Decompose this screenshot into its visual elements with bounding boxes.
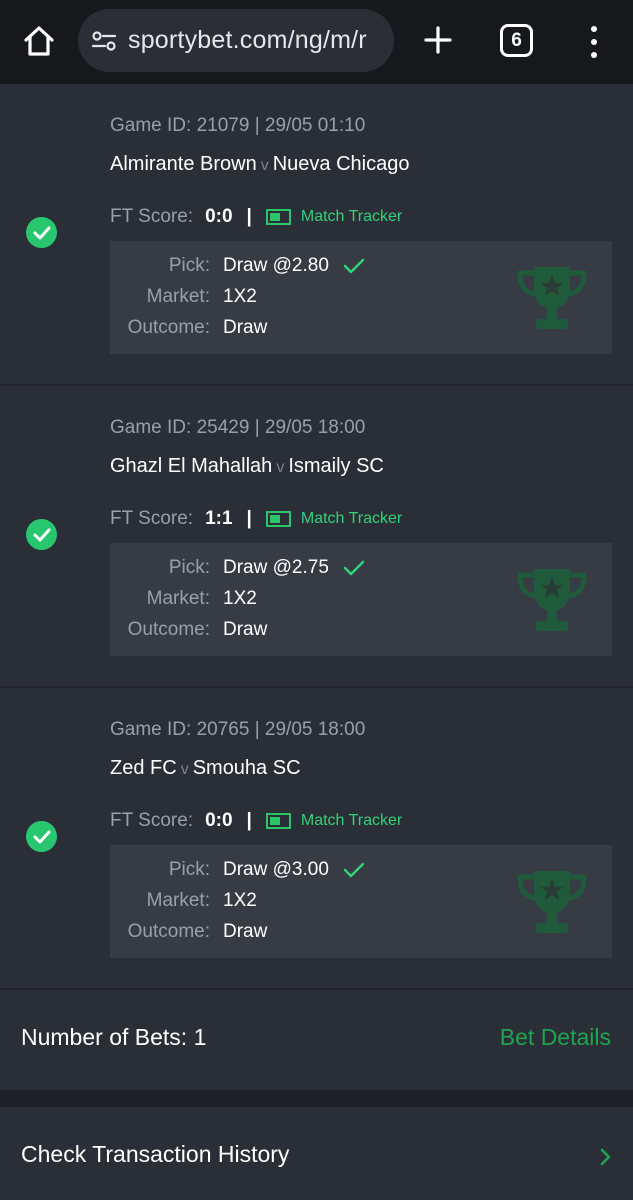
divider: |	[246, 508, 252, 529]
match-tracker-icon[interactable]	[265, 209, 291, 225]
match-tracker-link[interactable]: Match Tracker	[301, 208, 402, 226]
game-id: Game ID: 25429 | 29/05 18:00	[110, 417, 366, 438]
check-circle-icon	[26, 217, 57, 248]
outcome-value: Draw	[223, 921, 268, 942]
score-row: FT Score: 0:0 | Match Tracker	[110, 206, 402, 228]
tabs-button[interactable]: 6	[500, 24, 533, 57]
pick-box: Pick: Draw @3.00 Market: 1X2 Outcome: Dr…	[110, 845, 612, 958]
pick-label: Pick:	[168, 557, 210, 578]
versus-label: v	[276, 459, 285, 476]
home-team: Almirante Brown	[110, 153, 257, 175]
transaction-history-label[interactable]: Check Transaction History	[21, 1141, 289, 1168]
outcome-label: Outcome:	[127, 619, 210, 640]
home-icon	[24, 26, 54, 56]
pick-value: Draw @2.75	[223, 557, 329, 578]
address-bar[interactable]: sportybet.com/ng/m/r	[78, 9, 394, 72]
score-row: FT Score: 1:1 | Match Tracker	[110, 508, 402, 530]
pick-label: Pick:	[168, 859, 210, 880]
bet-details-link[interactable]: Bet Details	[500, 1024, 611, 1051]
check-circle-icon	[26, 519, 57, 550]
match-teams: Zed FC v Smouha SC	[110, 757, 301, 780]
versus-label: v	[260, 157, 269, 174]
away-team: Nueva Chicago	[272, 153, 410, 175]
url-text[interactable]: sportybet.com/ng/m/r	[128, 26, 367, 55]
match-tracker-icon[interactable]	[265, 511, 291, 527]
market-value: 1X2	[223, 890, 257, 911]
browser-toolbar: sportybet.com/ng/m/r 6	[0, 0, 633, 84]
score-row: FT Score: 0:0 | Match Tracker	[110, 810, 402, 832]
new-tab-button[interactable]	[418, 20, 458, 60]
score-value: 0:0	[205, 206, 233, 227]
divider: |	[246, 206, 252, 227]
chevron-right-icon[interactable]	[599, 1147, 613, 1167]
away-team: Smouha SC	[192, 757, 301, 779]
bet-card: Game ID: 21079 | 29/05 01:10 Almirante B…	[0, 84, 633, 386]
transaction-history-row[interactable]: Check Transaction History	[0, 1107, 633, 1200]
pick-label: Pick:	[168, 255, 210, 276]
game-id: Game ID: 21079 | 29/05 01:10	[110, 115, 366, 136]
outcome-value: Draw	[223, 317, 268, 338]
outcome-label: Outcome:	[127, 317, 210, 338]
home-button[interactable]	[18, 20, 60, 62]
section-divider	[0, 1090, 633, 1107]
away-team: Ismaily SC	[288, 455, 384, 477]
score-label: FT Score:	[110, 810, 194, 831]
trophy-icon	[517, 569, 587, 631]
game-id: Game ID: 20765 | 29/05 18:00	[110, 719, 366, 740]
bet-card: Game ID: 20765 | 29/05 18:00 Zed FC v Smou…	[0, 688, 633, 990]
match-teams: Ghazl El Mahallah v Ismaily SC	[110, 455, 384, 478]
pick-box: Pick: Draw @2.75 Market: 1X2 Outcome: Dr…	[110, 543, 612, 656]
outcome-label: Outcome:	[127, 921, 210, 942]
trophy-icon	[517, 871, 587, 933]
plus-icon	[424, 26, 452, 54]
home-team: Ghazl El Mahallah	[110, 455, 273, 477]
number-of-bets: Number of Bets: 1	[21, 1024, 207, 1050]
home-team: Zed FC	[110, 757, 177, 779]
checkmark-icon	[343, 560, 365, 576]
tab-count: 6	[511, 29, 522, 51]
site-settings-icon[interactable]	[90, 27, 118, 55]
market-value: 1X2	[223, 286, 257, 307]
more-menu-button[interactable]	[580, 22, 608, 62]
bets-summary-row: Number of Bets: 1 Bet Details	[0, 990, 633, 1090]
pick-value: Draw @2.80	[223, 255, 329, 276]
score-label: FT Score:	[110, 508, 194, 529]
divider: |	[246, 810, 252, 831]
score-value: 0:0	[205, 810, 233, 831]
bet-card: Game ID: 25429 | 29/05 18:00 Ghazl El Ma…	[0, 386, 633, 688]
trophy-icon	[517, 267, 587, 329]
checkmark-icon	[343, 862, 365, 878]
match-tracker-icon[interactable]	[265, 813, 291, 829]
score-label: FT Score:	[110, 206, 194, 227]
more-vert-icon	[591, 26, 597, 32]
versus-label: v	[180, 761, 189, 778]
match-tracker-link[interactable]: Match Tracker	[301, 812, 402, 830]
market-label: Market:	[146, 286, 210, 307]
match-teams: Almirante Brown v Nueva Chicago	[110, 153, 409, 176]
pick-box: Pick: Draw @2.80 Market: 1X2 Outcome: Dr…	[110, 241, 612, 354]
score-value: 1:1	[205, 508, 233, 529]
checkmark-icon	[343, 258, 365, 274]
outcome-value: Draw	[223, 619, 268, 640]
market-value: 1X2	[223, 588, 257, 609]
pick-value: Draw @3.00	[223, 859, 329, 880]
market-label: Market:	[146, 588, 210, 609]
match-tracker-link[interactable]: Match Tracker	[301, 510, 402, 528]
check-circle-icon	[26, 821, 57, 852]
market-label: Market:	[146, 890, 210, 911]
